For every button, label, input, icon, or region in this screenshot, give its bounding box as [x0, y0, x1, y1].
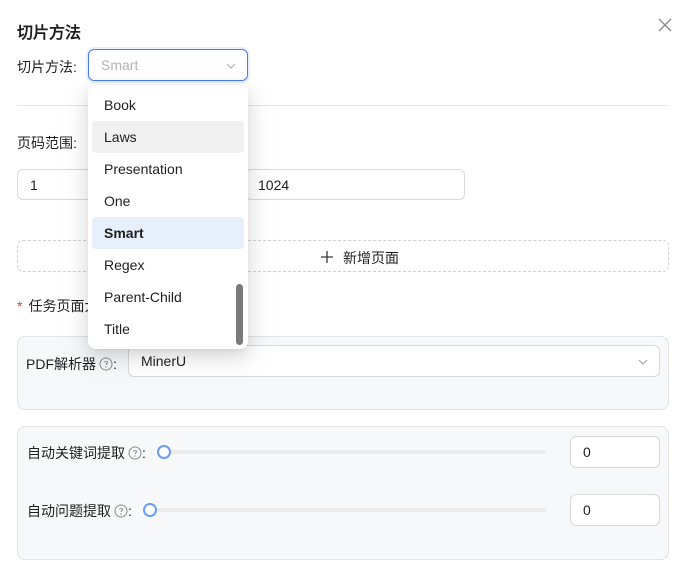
dropdown-option-one[interactable]: One	[92, 185, 244, 217]
auto-keywords-label-text: 自动关键词提取	[27, 445, 125, 461]
auto-questions-colon: :	[128, 503, 132, 519]
auto-questions-slider-handle[interactable]	[143, 503, 157, 517]
page-range-start-value: 1	[30, 177, 38, 193]
dialog-title: 切片方法	[17, 25, 82, 42]
auto-keywords-slider-handle[interactable]	[157, 445, 171, 459]
auto-keywords-input[interactable]: 0	[570, 436, 660, 468]
dropdown-option-regex[interactable]: Regex	[92, 249, 244, 281]
option-label: Title	[104, 321, 130, 337]
pdf-parser-value: MinerU	[141, 353, 187, 369]
close-icon	[658, 18, 672, 32]
chevron-down-icon	[638, 359, 648, 365]
auto-questions-label: 自动问题提取:	[27, 501, 132, 521]
dropdown-option-laws[interactable]: Laws	[92, 121, 244, 153]
option-label: Laws	[104, 129, 137, 145]
dropdown-option-parent-child[interactable]: Parent-Child	[92, 281, 244, 313]
auto-keywords-label: 自动关键词提取:	[27, 443, 146, 463]
auto-extraction-panel: 自动关键词提取: 0 自动问题提取: 0	[17, 426, 669, 560]
help-icon[interactable]	[99, 357, 113, 371]
auto-questions-slider-track[interactable]	[149, 508, 546, 512]
auto-keywords-colon: :	[142, 445, 146, 461]
pdf-parser-select[interactable]: MinerU	[128, 345, 660, 377]
add-page-label: 新增页面	[343, 250, 399, 266]
help-icon[interactable]	[114, 504, 128, 518]
page-range-end-input[interactable]: 1024	[245, 169, 465, 200]
auto-questions-input[interactable]: 0	[570, 494, 660, 526]
plus-icon	[321, 251, 333, 263]
dropdown-scrollbar[interactable]	[236, 284, 243, 345]
close-button[interactable]	[654, 14, 676, 36]
page-range-label: 页码范围:	[17, 135, 77, 151]
auto-questions-label-text: 自动问题提取	[27, 503, 111, 519]
option-label: One	[104, 193, 131, 209]
dropdown-option-title[interactable]: Title	[92, 313, 244, 345]
auto-keywords-value: 0	[583, 444, 591, 460]
chevron-down-icon	[226, 63, 236, 69]
option-label: Regex	[104, 257, 145, 273]
chunk-method-label: 切片方法:	[17, 59, 77, 75]
task-page-label: * 任务页面大	[17, 296, 98, 316]
pdf-parser-label-text: PDF解析器	[26, 356, 96, 372]
option-label: Presentation	[104, 161, 183, 177]
chunk-method-select[interactable]: Smart	[88, 49, 248, 81]
required-mark: *	[17, 298, 23, 314]
chunk-method-dropdown: Book Laws Presentation One Smart Regex P…	[88, 85, 248, 349]
help-icon[interactable]	[128, 446, 142, 460]
chunk-method-placeholder: Smart	[101, 57, 139, 73]
auto-keywords-slider-track[interactable]	[163, 450, 546, 454]
option-label: Book	[104, 97, 136, 113]
option-label: Parent-Child	[104, 289, 182, 305]
dropdown-option-presentation[interactable]: Presentation	[92, 153, 244, 185]
pdf-parser-label: PDF解析器:	[26, 354, 117, 374]
dropdown-option-book[interactable]: Book	[92, 89, 244, 121]
dropdown-option-smart[interactable]: Smart	[92, 217, 244, 249]
pdf-parser-colon: :	[113, 356, 117, 372]
option-label: Smart	[104, 225, 144, 241]
page-range-end-value: 1024	[258, 177, 290, 193]
auto-questions-value: 0	[583, 502, 591, 518]
